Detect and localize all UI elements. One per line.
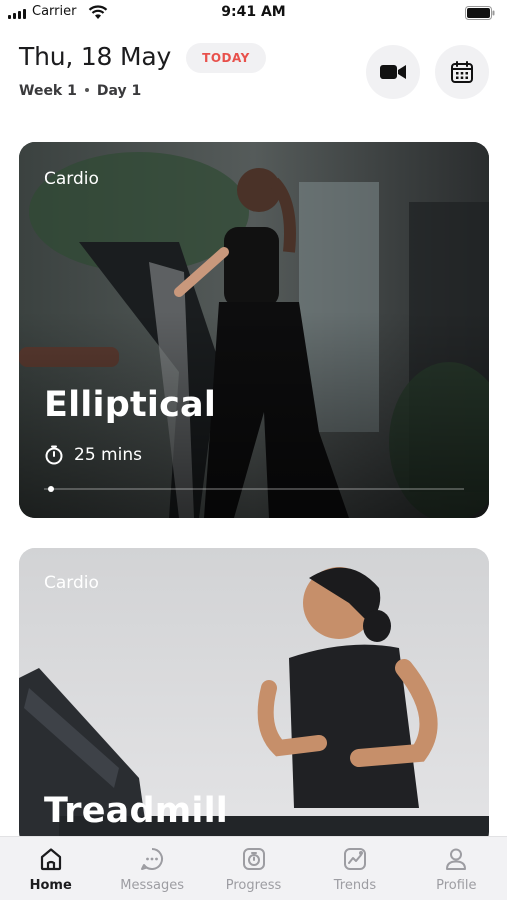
video-call-button[interactable] — [366, 45, 420, 99]
separator-dot — [84, 87, 89, 92]
date-title: Thu, 18 May — [19, 42, 172, 71]
tab-bar: Home Messages Progress Trends Profile — [0, 836, 507, 900]
workout-card-treadmill[interactable]: Cardio Treadmill — [19, 548, 489, 848]
tab-profile[interactable]: Profile — [406, 837, 507, 900]
day-label: Day 1 — [96, 83, 142, 99]
progress-track — [44, 486, 464, 492]
trends-icon — [343, 848, 366, 870]
workout-card-elliptical[interactable]: Cardio Elliptical 25 mins — [19, 142, 489, 518]
tab-label: Home — [29, 878, 72, 893]
week-day-label: Week 1 Day 1 — [19, 83, 141, 99]
duration-text: 25 mins — [74, 445, 142, 465]
tab-trends[interactable]: Trends — [304, 837, 405, 900]
card-title: Elliptical — [44, 385, 217, 425]
card-title: Treadmill — [44, 791, 228, 831]
tab-messages[interactable]: Messages — [101, 837, 202, 900]
tab-label: Messages — [120, 878, 184, 893]
messages-icon — [141, 848, 164, 870]
calendar-icon — [451, 61, 473, 83]
battery-icon — [465, 6, 495, 20]
status-bar: Carrier 9:41 AM — [0, 0, 507, 26]
card-category: Cardio — [44, 169, 99, 189]
today-badge: TODAY — [186, 43, 266, 73]
week-label: Week 1 — [19, 83, 77, 99]
progress-icon — [242, 848, 265, 870]
video-camera-icon — [380, 65, 406, 79]
stopwatch-icon — [45, 445, 63, 465]
tab-home[interactable]: Home — [0, 837, 101, 900]
tab-label: Trends — [333, 878, 377, 893]
tab-progress[interactable]: Progress — [203, 837, 304, 900]
tab-label: Profile — [436, 878, 477, 893]
status-time: 9:41 AM — [221, 4, 286, 20]
card-category: Cardio — [44, 573, 99, 593]
profile-icon — [446, 848, 467, 870]
duration: 25 mins — [44, 445, 142, 465]
tab-label: Progress — [225, 878, 282, 893]
calendar-button[interactable] — [435, 45, 489, 99]
home-icon — [40, 848, 61, 871]
